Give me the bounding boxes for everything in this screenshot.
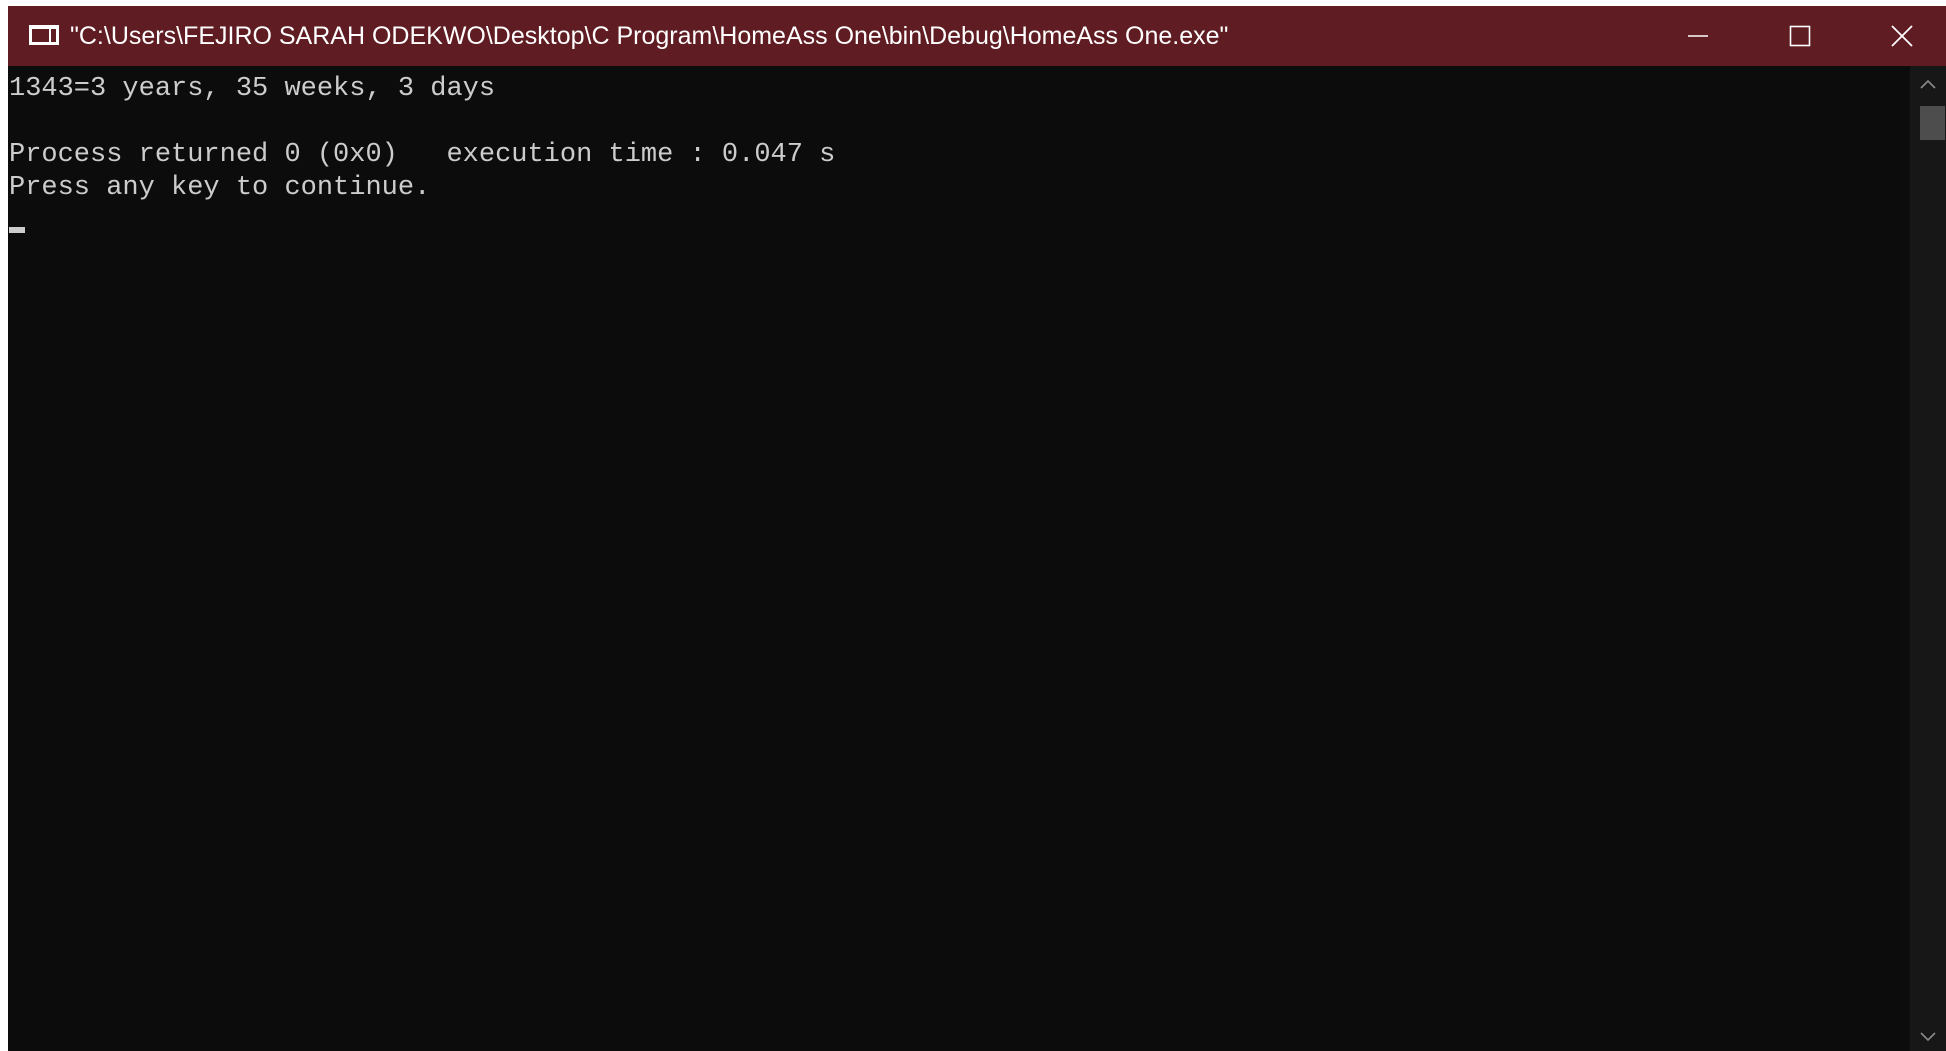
window-title: "C:\Users\FEJIRO SARAH ODEKWO\Desktop\C …: [70, 22, 1229, 50]
output-line-process-returned: Process returned 0 (0x0) execution time …: [9, 140, 836, 170]
output-line-press-any-key: Press any key to continue.: [9, 173, 431, 203]
console-window: "C:\Users\FEJIRO SARAH ODEKWO\Desktop\C …: [8, 6, 1946, 1051]
maximize-icon: [1789, 25, 1811, 47]
minimize-icon: [1688, 35, 1708, 37]
text-cursor: [9, 227, 25, 233]
console-app-icon: [29, 25, 59, 45]
scrollbar-thumb[interactable]: [1920, 106, 1945, 140]
scroll-up-button[interactable]: [1910, 72, 1946, 96]
scroll-up-arrow-icon: [1920, 79, 1936, 89]
output-line-result: 1343=3 years, 35 weeks, 3 days: [9, 74, 496, 104]
vertical-scrollbar[interactable]: [1910, 66, 1946, 1051]
minimize-button[interactable]: [1648, 6, 1748, 66]
scroll-down-button[interactable]: [1910, 1025, 1946, 1049]
scroll-down-arrow-icon: [1920, 1032, 1936, 1042]
title-bar[interactable]: "C:\Users\FEJIRO SARAH ODEKWO\Desktop\C …: [8, 6, 1946, 66]
close-icon: [1891, 25, 1913, 47]
console-output[interactable]: 1343=3 years, 35 weeks, 3 days Process r…: [8, 66, 1910, 1051]
maximize-button[interactable]: [1750, 6, 1850, 66]
close-button[interactable]: [1852, 6, 1946, 66]
